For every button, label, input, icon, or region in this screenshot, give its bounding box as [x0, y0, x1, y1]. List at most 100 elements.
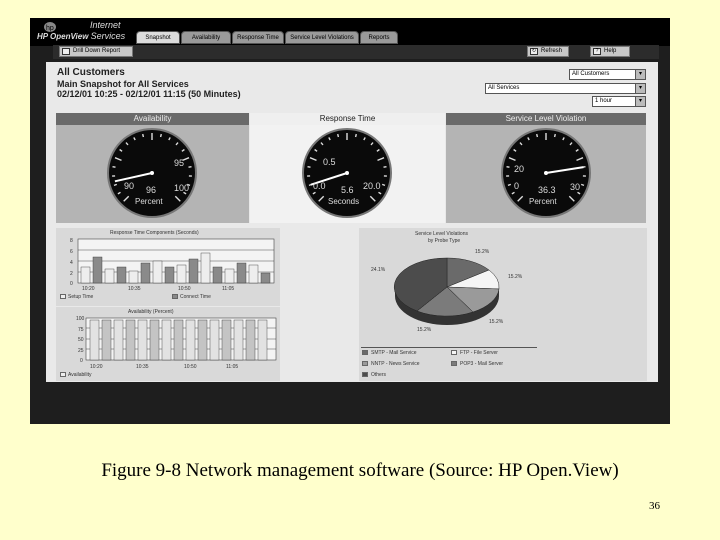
legend-swatch-smtp — [362, 350, 368, 355]
legend-label-pop3: POP3 - Mail Server — [460, 361, 504, 367]
gauges: 90 95 100 96 Percent 0.0 0.5 20.0 5.6 Se… — [107, 128, 591, 218]
legend-swatch-nntp — [362, 361, 368, 366]
figure-caption: Figure 9-8 Network management software (… — [101, 460, 619, 481]
legend-label-ftp: FTP - File Server — [460, 350, 498, 356]
gauge-reading: 36.3 — [538, 185, 556, 195]
bar — [128, 270, 139, 284]
gauge-tick-low: 0 — [514, 181, 519, 191]
service-select[interactable]: All Services ▾ — [485, 83, 646, 94]
violation-pie-chart: 15.2% 15.2% 24.1% 15.2% 15.2% — [371, 249, 523, 333]
legend-swatch-others — [362, 372, 368, 377]
chevron-down-icon: ▾ — [635, 97, 645, 106]
x-tick: 11:05 — [226, 364, 238, 370]
customer-select[interactable]: All Customers ▾ — [569, 69, 646, 80]
bar — [176, 264, 187, 284]
chevron-down-icon: ▾ — [635, 70, 645, 79]
y-tick: 4 — [70, 260, 73, 266]
bar — [113, 319, 124, 361]
gauge-tick-mark — [354, 133, 357, 138]
bar — [101, 319, 112, 361]
gauge-title-response-time: Response Time — [250, 113, 445, 125]
bar — [188, 258, 199, 284]
tab-service-level-violations[interactable]: Service Level Violations — [285, 31, 359, 44]
gauge-tick-mark — [553, 133, 556, 138]
legend-swatch-pop3 — [451, 361, 457, 366]
y-tick: 75 — [78, 327, 84, 333]
refresh-button[interactable]: ↻ Refresh — [527, 46, 569, 57]
gauge-unit: Percent — [135, 197, 163, 206]
gauge-response-time: 0.0 0.5 20.0 5.6 Seconds — [302, 128, 392, 218]
x-tick: 10:50 — [184, 364, 197, 370]
brand-internet: Internet — [90, 20, 121, 30]
drill-down-report-button[interactable]: Drill Down Report — [59, 46, 133, 57]
pie-label: 24.1% — [371, 267, 386, 273]
availability-chart: 100 75 50 25 0 10:20 10:35 10:50 11:05 — [76, 316, 277, 370]
gauge-tick-mark — [383, 166, 387, 168]
gauge-service-level-violation: 0 20 30 36.3 Percent — [501, 128, 591, 218]
gauge-tick-mid: 20 — [514, 164, 524, 174]
response-time-chart: 8 6 4 2 0 10:20 10:35 10:50 11:05 — [70, 238, 275, 292]
gauge-tick-high: 30 — [570, 182, 580, 192]
bar — [197, 319, 208, 361]
gauge-tick-mark — [580, 183, 585, 187]
legend-label-nntp: NNTP - News Service — [371, 361, 420, 367]
gauge-tick-mark — [337, 133, 340, 138]
bar — [125, 319, 136, 361]
gauge-tick-mark — [507, 183, 512, 187]
bar — [224, 268, 235, 284]
bar — [161, 319, 172, 361]
x-tick: 11:05 — [222, 286, 234, 292]
x-tick: 10:50 — [178, 286, 191, 292]
bar — [140, 262, 151, 284]
y-tick: 50 — [78, 337, 84, 343]
gauge-tick-mark — [113, 183, 118, 187]
tab-reports[interactable]: Reports — [360, 31, 398, 44]
gauge-tick-mark — [142, 133, 145, 138]
gauge-title-service-level-violation: Service Level Violation — [446, 113, 646, 125]
bar — [104, 268, 115, 284]
y-tick: 25 — [78, 348, 84, 354]
pie-label: 15.2% — [417, 327, 432, 333]
pie-label: 15.2% — [475, 249, 490, 255]
legend-label-connect: Connect Time — [180, 294, 211, 300]
legend-label-smtp: SMTP - Mail Service — [371, 350, 417, 356]
gauge-tick-high: 20.0 — [363, 181, 381, 191]
bar — [233, 319, 244, 361]
tab-response-time[interactable]: Response Time — [232, 31, 284, 44]
page-subtitle: Main Snapshot for All Services — [57, 79, 189, 89]
x-tick: 10:35 — [128, 286, 141, 292]
pie-label: 15.2% — [508, 274, 523, 280]
legend-label-others: Others — [371, 372, 387, 378]
x-tick: 10:20 — [90, 364, 103, 370]
legend-label-availability: Availability — [68, 372, 92, 378]
bar — [245, 319, 256, 361]
brand-openview: HP OpenView Services — [37, 31, 126, 41]
gauge-tick-low: 0.0 — [313, 181, 326, 191]
page-title: All Customers — [57, 67, 125, 78]
gauge-title-availability: Availability — [56, 113, 249, 125]
help-button[interactable]: ? Help — [590, 46, 630, 57]
tab-snapshot[interactable]: Snapshot — [136, 31, 180, 44]
legend-swatch-availability — [60, 372, 66, 377]
gauge-reading: 5.6 — [341, 185, 354, 195]
gauge-availability: 90 95 100 96 Percent — [107, 128, 197, 218]
gauge-tick-mark — [112, 166, 116, 168]
legend-swatch-connect — [172, 294, 178, 299]
interval-select[interactable]: 1 hour ▾ — [592, 96, 646, 107]
gauge-tick-mid: 95 — [174, 158, 184, 168]
y-tick: 2 — [70, 271, 73, 277]
tab-availability[interactable]: Availability — [181, 31, 231, 44]
gauge-tick-mark — [536, 133, 539, 138]
legend-divider — [361, 347, 537, 348]
bar — [257, 319, 268, 361]
chevron-down-icon: ▾ — [635, 84, 645, 93]
bar — [80, 266, 91, 284]
legend-swatch-ftp — [451, 350, 457, 355]
gauge-tick-mark — [188, 166, 192, 168]
bar — [185, 319, 196, 361]
gauge-tick-high: 100 — [174, 183, 189, 193]
bar — [221, 319, 232, 361]
gauge-tick-mark — [307, 166, 311, 168]
bar — [164, 266, 175, 284]
pie-label: 15.2% — [489, 319, 504, 325]
